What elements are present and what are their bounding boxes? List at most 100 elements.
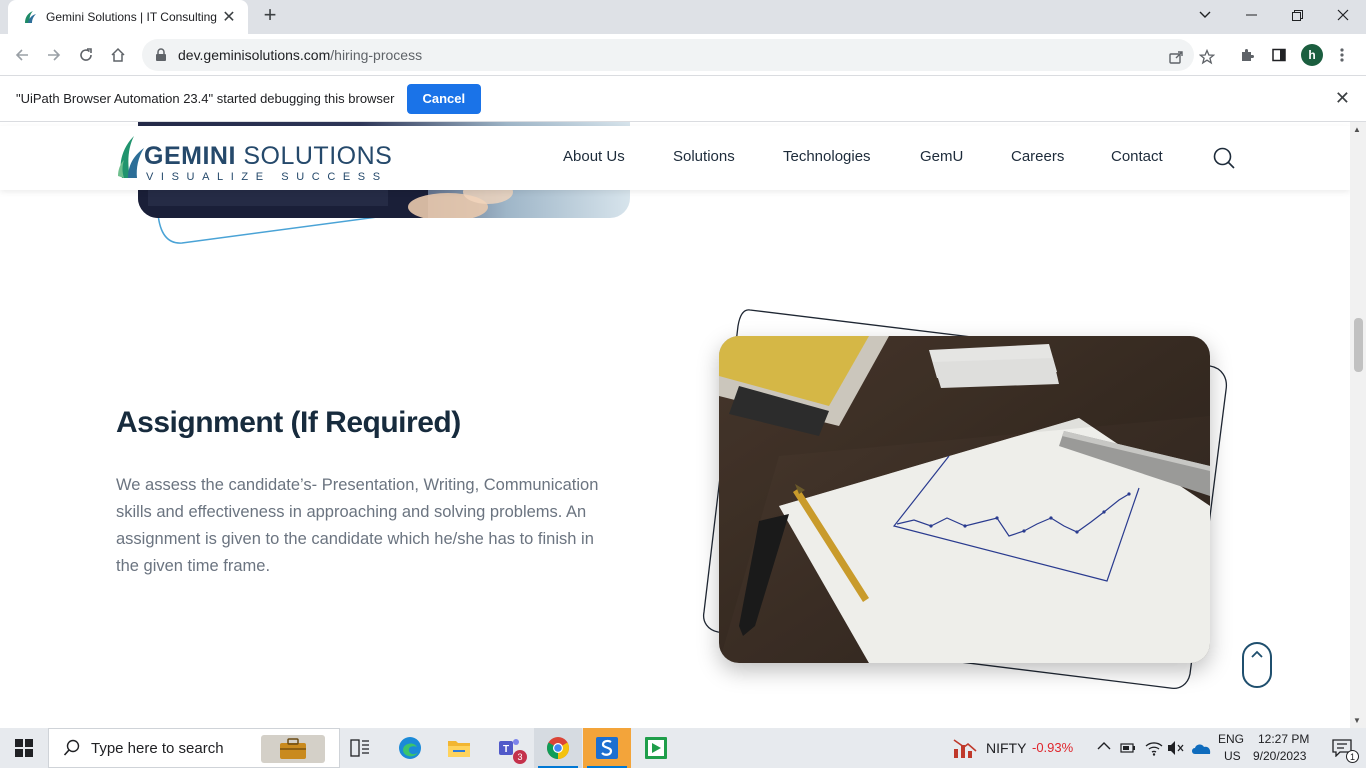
windows-logo-icon (15, 739, 33, 757)
wifi-icon[interactable] (1145, 740, 1163, 756)
uipath-assistant-icon (645, 737, 667, 759)
taskbar-uipath-assistant[interactable] (632, 728, 680, 768)
site-search-button[interactable] (1212, 146, 1236, 170)
clock-date: 9/20/2023 (1253, 749, 1307, 763)
scroll-down-arrow-icon[interactable]: ▼ (1353, 716, 1361, 725)
site-header: GEMINI SOLUTIONS VISUALIZE SUCCESS About… (0, 126, 1350, 190)
address-bar[interactable]: dev.geminisolutions.com/hiring-process (142, 39, 1215, 71)
nav-contact[interactable]: Contact (1111, 148, 1163, 165)
chrome-menu-button[interactable] (1329, 42, 1355, 68)
profile-button[interactable]: h (1299, 42, 1325, 68)
desk-chart-image (719, 336, 1210, 663)
action-center-button[interactable]: 1 (1318, 728, 1366, 768)
clock-time[interactable]: 12:27 PM (1258, 732, 1309, 746)
lock-icon (156, 48, 166, 61)
kebab-menu-icon (1340, 48, 1344, 62)
taskbar-search-box[interactable]: Type here to search (48, 728, 340, 768)
task-view-button[interactable] (336, 728, 384, 768)
chevron-down-icon (1199, 11, 1211, 18)
nav-careers[interactable]: Careers (1011, 148, 1064, 165)
uipath-studio-icon (596, 737, 618, 759)
forward-button[interactable] (41, 42, 67, 68)
browser-tab[interactable]: Gemini Solutions | IT Consulting ✕ (8, 0, 248, 34)
infobar-close-icon[interactable]: ✕ (1335, 88, 1350, 109)
taskbar-uipath-studio[interactable] (583, 728, 631, 768)
reload-icon (80, 48, 92, 61)
gemini-favicon-icon (25, 11, 36, 23)
browser-tabstrip: Gemini Solutions | IT Consulting ✕ + (0, 0, 1366, 34)
battery-icon[interactable] (1120, 740, 1136, 756)
home-icon (111, 47, 125, 62)
back-button[interactable] (9, 42, 35, 68)
restore-button[interactable] (1274, 0, 1320, 30)
bookmark-button[interactable] (1194, 44, 1220, 70)
taskbar-edge[interactable] (386, 728, 434, 768)
home-button[interactable] (105, 42, 131, 68)
browser-toolbar: dev.geminisolutions.com/hiring-process h (0, 34, 1366, 76)
scrollbar-thumb[interactable] (1354, 318, 1363, 372)
page-scrollbar[interactable]: ▲ ▼ (1350, 122, 1366, 728)
tab-title: Gemini Solutions | IT Consulting (46, 10, 217, 24)
teams-notification-badge: 3 (513, 750, 527, 764)
taskbar-search-placeholder: Type here to search (91, 739, 224, 757)
taskbar-chrome[interactable] (534, 728, 582, 768)
taskbar-file-explorer[interactable] (435, 728, 483, 768)
logo-wordmark: GEMINI SOLUTIONS (144, 142, 393, 170)
task-view-icon (350, 739, 369, 757)
svg-text:T: T (503, 744, 509, 755)
side-panel-icon (1272, 48, 1286, 62)
side-panel-button[interactable] (1266, 42, 1292, 68)
search-icon (63, 739, 80, 756)
new-tab-button[interactable]: + (258, 4, 282, 28)
cancel-debugging-button[interactable]: Cancel (406, 83, 482, 114)
nav-solutions[interactable]: Solutions (673, 148, 735, 165)
gemini-logo[interactable]: GEMINI SOLUTIONS VISUALIZE SUCCESS (116, 132, 392, 184)
share-icon (1169, 51, 1183, 64)
language-indicator-bottom: US (1224, 749, 1241, 763)
nav-gemu[interactable]: GemU (920, 148, 963, 165)
share-button[interactable] (1163, 44, 1189, 70)
stock-down-icon (953, 739, 977, 758)
address-url: dev.geminisolutions.com/hiring-process (178, 47, 423, 63)
close-window-button[interactable] (1320, 0, 1366, 30)
nav-about-us[interactable]: About Us (563, 148, 625, 165)
logo-tagline: VISUALIZE SUCCESS (146, 171, 388, 183)
start-button[interactable] (0, 728, 48, 768)
page-viewport: GEMINI SOLUTIONS VISUALIZE SUCCESS About… (0, 122, 1350, 728)
infobar-message: "UiPath Browser Automation 23.4" started… (16, 91, 395, 106)
chevron-up-icon[interactable] (1097, 741, 1111, 751)
restore-icon (1291, 9, 1303, 21)
taskbar-teams[interactable]: T 3 (485, 728, 533, 768)
assignment-photo (719, 336, 1210, 663)
briefcase-icon (280, 738, 306, 759)
tab-search-button[interactable] (1182, 0, 1228, 30)
tab-close-icon[interactable]: ✕ (220, 7, 238, 27)
nav-technologies[interactable]: Technologies (783, 148, 871, 165)
scroll-up-arrow-icon[interactable]: ▲ (1353, 125, 1361, 134)
chevron-up-icon (1251, 650, 1263, 658)
folder-icon (448, 741, 470, 757)
notification-count-badge: 1 (1346, 750, 1359, 763)
debugging-infobar: "UiPath Browser Automation 23.4" started… (0, 76, 1366, 122)
extensions-button[interactable] (1234, 42, 1260, 68)
chrome-icon (547, 737, 569, 759)
windows-taskbar: Type here to search T 3 NIFTY -0.93% ENG… (0, 728, 1366, 768)
search-highlight-image (261, 735, 325, 763)
scroll-to-top-button[interactable] (1242, 642, 1272, 688)
minimize-button[interactable] (1228, 0, 1274, 30)
volume-muted-icon[interactable] (1167, 740, 1185, 756)
minimize-icon (1245, 14, 1257, 16)
stock-ticker-name[interactable]: NIFTY (986, 740, 1026, 756)
stock-ticker-change: -0.93% (1032, 740, 1074, 755)
close-icon (1337, 9, 1349, 21)
arrow-right-icon (48, 49, 61, 61)
reload-button[interactable] (73, 42, 99, 68)
arrow-left-icon (15, 49, 28, 61)
edge-icon (399, 737, 421, 759)
avatar: h (1301, 44, 1323, 66)
star-icon (1199, 49, 1215, 65)
search-icon (1213, 147, 1235, 169)
onedrive-icon[interactable] (1190, 741, 1212, 755)
puzzle-icon (1242, 49, 1254, 61)
language-indicator-top[interactable]: ENG (1218, 732, 1244, 746)
